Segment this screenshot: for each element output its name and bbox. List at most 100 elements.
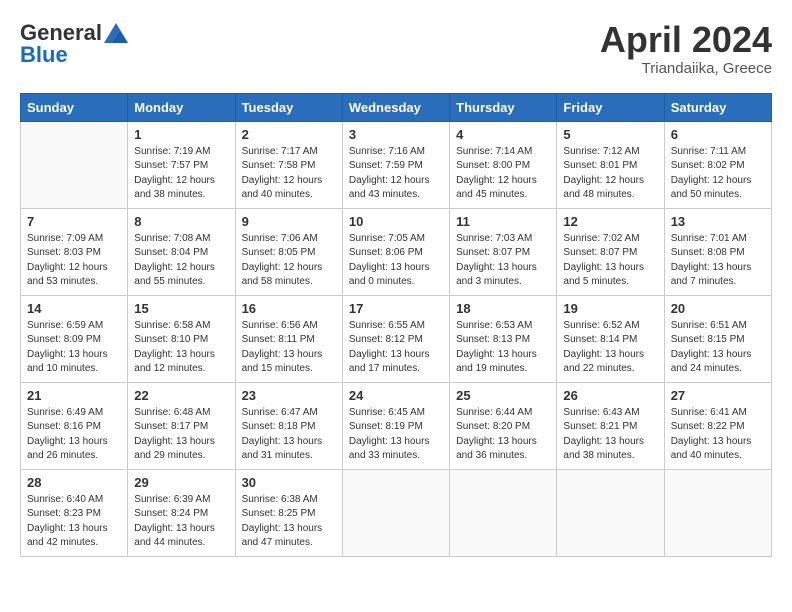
day-number: 13 — [671, 214, 765, 229]
day-number: 12 — [563, 214, 657, 229]
calendar-day-cell: 16Sunrise: 6:56 AMSunset: 8:11 PMDayligh… — [235, 295, 342, 382]
day-number: 25 — [456, 388, 550, 403]
weekday-header: Wednesday — [342, 93, 449, 121]
day-info: Sunrise: 7:03 AMSunset: 8:07 PMDaylight:… — [456, 232, 550, 290]
calendar-day-cell: 12Sunrise: 7:02 AMSunset: 8:07 PMDayligh… — [557, 208, 664, 295]
day-info: Sunrise: 6:55 AMSunset: 8:12 PMDaylight:… — [349, 319, 443, 377]
calendar-week-row: 14Sunrise: 6:59 AMSunset: 8:09 PMDayligh… — [21, 295, 772, 382]
day-info: Sunrise: 7:01 AMSunset: 8:08 PMDaylight:… — [671, 232, 765, 290]
day-number: 30 — [242, 475, 336, 490]
day-info: Sunrise: 7:06 AMSunset: 8:05 PMDaylight:… — [242, 232, 336, 290]
day-number: 4 — [456, 127, 550, 142]
day-number: 16 — [242, 301, 336, 316]
day-number: 21 — [27, 388, 121, 403]
calendar-day-cell: 24 Sunrise: 6:45 AMSunset: 8:19 PMDayligh… — [342, 382, 449, 469]
day-info: Sunrise: 7:16 AMSunset: 7:59 PMDaylight:… — [349, 145, 443, 203]
calendar-header-row: SundayMondayTuesdayWednesdayThursdayFrid… — [21, 93, 772, 121]
day-number: 10 — [349, 214, 443, 229]
calendar-table: SundayMondayTuesdayWednesdayThursdayFrid… — [20, 93, 772, 557]
logo-icon — [104, 23, 128, 43]
day-info: Sunrise: 6:43 AMSunset: 8:21 PMDaylight:… — [563, 406, 657, 464]
calendar-day-cell — [450, 469, 557, 556]
day-info: Sunrise: 6:39 AMSunset: 8:24 PMDaylight:… — [134, 493, 228, 551]
day-number: 2 — [242, 127, 336, 142]
day-info: Sunrise: 6:45 AMSunset: 8:19 PMDaylight:… — [349, 406, 443, 464]
calendar-day-cell: 17 Sunrise: 6:55 AMSunset: 8:12 PMDayligh… — [342, 295, 449, 382]
calendar-day-cell: 2 Sunrise: 7:17 AMSunset: 7:58 PMDaylight… — [235, 121, 342, 208]
calendar-day-cell: 20 Sunrise: 6:51 AMSunset: 8:15 PMDayligh… — [664, 295, 771, 382]
day-number: 5 — [563, 127, 657, 142]
weekday-header: Friday — [557, 93, 664, 121]
calendar-day-cell — [557, 469, 664, 556]
weekday-header: Thursday — [450, 93, 557, 121]
day-number: 24 — [349, 388, 443, 403]
calendar-day-cell: 4 Sunrise: 7:14 AMSunset: 8:00 PMDaylight… — [450, 121, 557, 208]
calendar-day-cell: 29 Sunrise: 6:39 AMSunset: 8:24 PMDayligh… — [128, 469, 235, 556]
day-info: Sunrise: 6:58 AMSunset: 8:10 PMDaylight:… — [134, 319, 228, 377]
day-info: Sunrise: 7:17 AMSunset: 7:58 PMDaylight:… — [242, 145, 336, 203]
day-info: Sunrise: 7:08 AMSunset: 8:04 PMDaylight:… — [134, 232, 228, 290]
day-info: Sunrise: 6:53 AMSunset: 8:13 PMDaylight:… — [456, 319, 550, 377]
weekday-header: Sunday — [21, 93, 128, 121]
day-info: Sunrise: 6:51 AMSunset: 8:15 PMDaylight:… — [671, 319, 765, 377]
day-number: 27 — [671, 388, 765, 403]
calendar-day-cell: 19Sunrise: 6:52 AMSunset: 8:14 PMDayligh… — [557, 295, 664, 382]
calendar-day-cell: 10 Sunrise: 7:05 AMSunset: 8:06 PMDayligh… — [342, 208, 449, 295]
day-info: Sunrise: 7:05 AMSunset: 8:06 PMDaylight:… — [349, 232, 443, 290]
weekday-header: Saturday — [664, 93, 771, 121]
day-number: 1 — [134, 127, 228, 142]
day-number: 7 — [27, 214, 121, 229]
day-info: Sunrise: 6:49 AMSunset: 8:16 PMDaylight:… — [27, 406, 121, 464]
day-number: 28 — [27, 475, 121, 490]
title-block: April 2024 Triandaiika, Greece — [600, 20, 772, 77]
calendar-day-cell: 25 Sunrise: 6:44 AMSunset: 8:20 PMDayligh… — [450, 382, 557, 469]
day-number: 3 — [349, 127, 443, 142]
calendar-day-cell: 30Sunrise: 6:38 AMSunset: 8:25 PMDayligh… — [235, 469, 342, 556]
day-number: 29 — [134, 475, 228, 490]
calendar-day-cell: 6 Sunrise: 7:11 AMSunset: 8:02 PMDaylight… — [664, 121, 771, 208]
day-number: 8 — [134, 214, 228, 229]
calendar-day-cell: 22 Sunrise: 6:48 AMSunset: 8:17 PMDayligh… — [128, 382, 235, 469]
day-number: 18 — [456, 301, 550, 316]
calendar-day-cell: 28 Sunrise: 6:40 AMSunset: 8:23 PMDayligh… — [21, 469, 128, 556]
day-info: Sunrise: 7:19 AMSunset: 7:57 PMDaylight:… — [134, 145, 228, 203]
day-info: Sunrise: 7:12 AMSunset: 8:01 PMDaylight:… — [563, 145, 657, 203]
calendar-day-cell: 7Sunrise: 7:09 AMSunset: 8:03 PMDaylight… — [21, 208, 128, 295]
day-number: 15 — [134, 301, 228, 316]
day-number: 26 — [563, 388, 657, 403]
weekday-header: Monday — [128, 93, 235, 121]
day-number: 20 — [671, 301, 765, 316]
logo: General Blue — [20, 20, 128, 68]
day-number: 6 — [671, 127, 765, 142]
location: Triandaiika, Greece — [600, 60, 772, 77]
calendar-day-cell: 3 Sunrise: 7:16 AMSunset: 7:59 PMDaylight… — [342, 121, 449, 208]
day-number: 23 — [242, 388, 336, 403]
day-info: Sunrise: 6:40 AMSunset: 8:23 PMDaylight:… — [27, 493, 121, 551]
day-number: 14 — [27, 301, 121, 316]
day-number: 22 — [134, 388, 228, 403]
day-info: Sunrise: 6:41 AMSunset: 8:22 PMDaylight:… — [671, 406, 765, 464]
day-info: Sunrise: 7:14 AMSunset: 8:00 PMDaylight:… — [456, 145, 550, 203]
day-number: 11 — [456, 214, 550, 229]
calendar-day-cell: 15 Sunrise: 6:58 AMSunset: 8:10 PMDayligh… — [128, 295, 235, 382]
calendar-day-cell: 23 Sunrise: 6:47 AMSunset: 8:18 PMDayligh… — [235, 382, 342, 469]
day-info: Sunrise: 7:11 AMSunset: 8:02 PMDaylight:… — [671, 145, 765, 203]
calendar-day-cell: 9 Sunrise: 7:06 AMSunset: 8:05 PMDaylight… — [235, 208, 342, 295]
calendar-week-row: 1 Sunrise: 7:19 AMSunset: 7:57 PMDaylight… — [21, 121, 772, 208]
calendar-day-cell: 13 Sunrise: 7:01 AMSunset: 8:08 PMDayligh… — [664, 208, 771, 295]
calendar-day-cell: 26 Sunrise: 6:43 AMSunset: 8:21 PMDayligh… — [557, 382, 664, 469]
day-number: 9 — [242, 214, 336, 229]
day-info: Sunrise: 6:52 AMSunset: 8:14 PMDaylight:… — [563, 319, 657, 377]
day-info: Sunrise: 6:44 AMSunset: 8:20 PMDaylight:… — [456, 406, 550, 464]
month-title: April 2024 — [600, 20, 772, 60]
day-info: Sunrise: 6:48 AMSunset: 8:17 PMDaylight:… — [134, 406, 228, 464]
calendar-day-cell: 5 Sunrise: 7:12 AMSunset: 8:01 PMDaylight… — [557, 121, 664, 208]
day-info: Sunrise: 6:47 AMSunset: 8:18 PMDaylight:… — [242, 406, 336, 464]
calendar-day-cell: 18 Sunrise: 6:53 AMSunset: 8:13 PMDayligh… — [450, 295, 557, 382]
day-number: 17 — [349, 301, 443, 316]
calendar-day-cell — [21, 121, 128, 208]
calendar-week-row: 7Sunrise: 7:09 AMSunset: 8:03 PMDaylight… — [21, 208, 772, 295]
calendar-day-cell — [664, 469, 771, 556]
calendar-day-cell: 27 Sunrise: 6:41 AMSunset: 8:22 PMDayligh… — [664, 382, 771, 469]
page-header: General Blue April 2024 Triandaiika, Gre… — [20, 20, 772, 77]
